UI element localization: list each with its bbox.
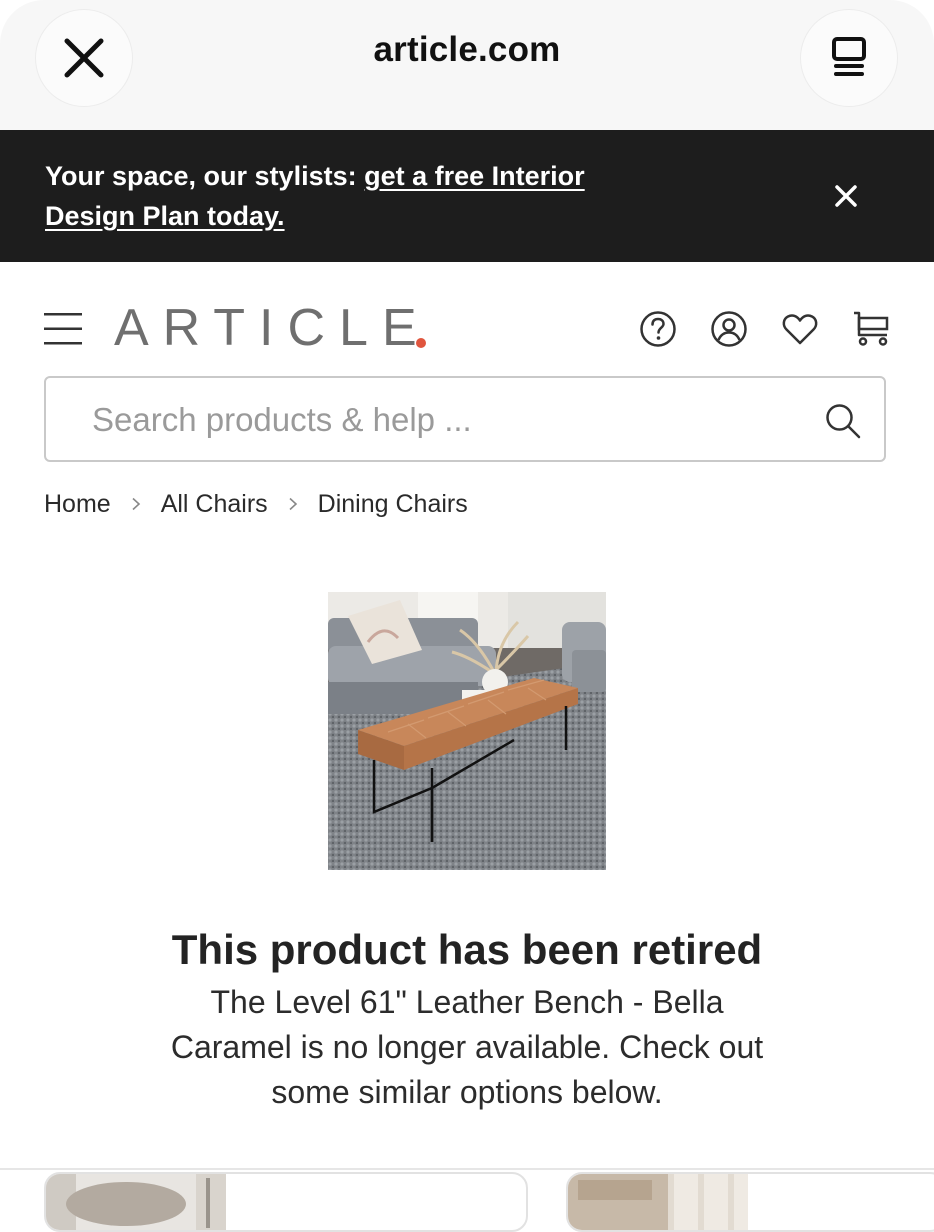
browser-tabs-button[interactable] [801, 10, 897, 106]
breadcrumb: Home All Chairs Dining Chairs [44, 488, 468, 520]
retired-title: This product has been retired [171, 926, 763, 973]
browser-toolbar: article.com [0, 0, 934, 130]
search-box[interactable] [44, 376, 886, 462]
help-icon[interactable] [639, 310, 677, 348]
cart-icon[interactable] [852, 310, 890, 348]
account-icon[interactable] [710, 310, 748, 348]
menu-icon[interactable] [44, 312, 82, 346]
heart-icon[interactable] [781, 310, 819, 348]
product-image [328, 592, 606, 870]
retired-message: The Level 61" Leather Bench - Bella Cara… [170, 984, 764, 1110]
breadcrumb-dining-chairs[interactable]: Dining Chairs [318, 490, 468, 519]
similar-product-image [568, 1174, 748, 1230]
similar-product-image [46, 1174, 226, 1230]
promo-text: Your space, our stylists: get a free Int… [45, 156, 605, 236]
section-divider [0, 1168, 934, 1170]
article-logo[interactable]: ARTICLE [114, 298, 431, 358]
similar-product-card[interactable] [44, 1172, 528, 1232]
similar-product-card[interactable] [566, 1172, 934, 1232]
browser-url[interactable]: article.com [0, 30, 934, 70]
promo-text-plain: Your space, our stylists: [45, 161, 365, 191]
chevron-right-icon [132, 497, 140, 511]
promo-banner: Your space, our stylists: get a free Int… [0, 130, 934, 262]
close-icon [835, 185, 857, 207]
logo-dot [416, 338, 426, 348]
search-icon[interactable] [824, 402, 862, 440]
chevron-right-icon [289, 497, 297, 511]
tabs-icon [832, 37, 866, 76]
promo-close-button[interactable] [828, 178, 864, 214]
search-input[interactable] [90, 396, 794, 444]
breadcrumb-all-chairs[interactable]: All Chairs [161, 490, 268, 519]
breadcrumb-home[interactable]: Home [44, 490, 111, 519]
